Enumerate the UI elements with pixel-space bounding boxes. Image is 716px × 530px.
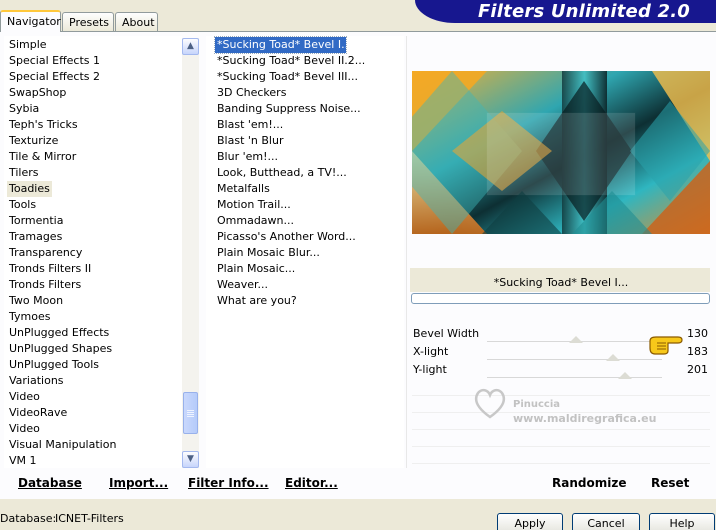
parameter-label: Bevel Width (413, 327, 480, 340)
parameter-value: 183 (687, 345, 708, 358)
filter-item[interactable]: Blast 'em!... (217, 117, 283, 133)
category-item[interactable]: Tymoes (9, 309, 50, 325)
category-item[interactable]: Texturize (9, 133, 58, 149)
header-banner: Filters Unlimited 2.0 (415, 0, 716, 23)
slider-track[interactable] (487, 377, 662, 378)
apply-button[interactable]: Apply (497, 513, 563, 530)
filter-item[interactable]: 3D Checkers (217, 85, 286, 101)
category-item[interactable]: Special Effects 2 (9, 69, 100, 85)
filter-info-button[interactable]: Filter Info... (188, 476, 269, 490)
category-item[interactable]: Two Moon (9, 293, 63, 309)
category-item[interactable]: Sybia (9, 101, 39, 117)
empty-parameter-row (412, 447, 710, 464)
parameter-value: 201 (687, 363, 708, 376)
category-item[interactable]: UnPlugged Shapes (9, 341, 112, 357)
scroll-thumb[interactable] (183, 392, 198, 434)
category-item[interactable]: Toadies (7, 181, 52, 197)
chevron-up-icon: ▲ (187, 41, 194, 51)
filter-item[interactable]: Metalfalls (217, 181, 270, 197)
database-label: Database: (0, 512, 57, 525)
preview-image (412, 71, 710, 234)
category-item[interactable]: Visual Manipulation (9, 437, 116, 453)
filter-item[interactable]: Picasso's Another Word... (217, 229, 356, 245)
filter-item[interactable]: *Sucking Toad* Bevel I... (214, 36, 352, 54)
category-item[interactable]: Transparency (9, 245, 82, 261)
category-item[interactable]: Video (9, 389, 40, 405)
category-item[interactable]: UnPlugged Effects (9, 325, 109, 341)
randomize-button[interactable]: Randomize (552, 476, 626, 490)
filter-item[interactable]: Motion Trail... (217, 197, 291, 213)
parameter-row[interactable]: Y-light 201 (412, 362, 710, 380)
watermark-url: www.maldiregrafica.eu (513, 412, 657, 425)
slider-thumb[interactable] (606, 354, 620, 361)
filter-item[interactable]: *Sucking Toad* Bevel III... (217, 69, 358, 85)
slider-thumb[interactable] (618, 372, 633, 379)
chevron-down-icon: ▼ (187, 454, 194, 464)
category-item[interactable]: Tilers (9, 165, 39, 181)
divider (406, 36, 407, 468)
filter-item[interactable]: Ommadawn... (217, 213, 294, 229)
empty-parameter-row (412, 396, 710, 413)
parameter-label: Y-light (413, 363, 447, 376)
filter-item[interactable]: What are you? (217, 293, 297, 309)
parameter-label: X-light (413, 345, 449, 358)
category-item[interactable]: UnPlugged Tools (9, 357, 99, 373)
watermark-name: Pinuccia (513, 399, 561, 410)
preview-artwork (412, 71, 710, 234)
cancel-button[interactable]: Cancel (572, 513, 640, 530)
preview-filter-name: *Sucking Toad* Bevel I... (493, 276, 629, 289)
category-item[interactable]: VideoRave (9, 405, 67, 421)
category-item[interactable]: Simple (9, 37, 47, 53)
filter-item[interactable]: Banding Suppress Noise... (217, 101, 361, 117)
scroll-down-button[interactable]: ▼ (182, 451, 199, 468)
grip-line (187, 416, 194, 417)
parameter-value: 130 (687, 327, 708, 340)
empty-parameter-row (412, 379, 710, 396)
tab-about-label: About (122, 16, 155, 29)
help-button[interactable]: Help (649, 513, 715, 530)
tab-navigator-label: Navigator (7, 15, 61, 28)
filter-item[interactable]: Plain Mosaic... (217, 261, 295, 277)
database-button[interactable]: Database (18, 476, 82, 490)
progress-bar (411, 293, 710, 304)
category-item[interactable]: Special Effects 1 (9, 53, 100, 69)
filter-item[interactable]: *Sucking Toad* Bevel II.2... (217, 53, 365, 69)
database-value: ICNET-Filters (55, 512, 124, 525)
reset-button[interactable]: Reset (651, 476, 689, 490)
grip-line (187, 410, 194, 411)
slider-track[interactable] (487, 359, 662, 360)
filter-item[interactable]: Blast 'n Blur (217, 133, 283, 149)
editor-button[interactable]: Editor... (285, 476, 338, 490)
slider-thumb[interactable] (569, 336, 584, 343)
filter-item[interactable]: Look, Butthead, a TV!... (217, 165, 347, 181)
scroll-up-button[interactable]: ▲ (182, 38, 199, 55)
grip-line (187, 412, 194, 413)
category-item[interactable]: Tools (9, 197, 36, 213)
category-item[interactable]: Tile & Mirror (9, 149, 76, 165)
tab-presets-label: Presets (69, 16, 110, 29)
tab-presets[interactable]: Presets (62, 12, 114, 31)
filter-item[interactable]: Weaver... (217, 277, 268, 293)
category-item[interactable]: Tronds Filters II (9, 261, 91, 277)
tab-navigator[interactable]: Navigator (0, 10, 61, 32)
category-item[interactable]: VM 1 (9, 453, 37, 469)
category-item[interactable]: Video (9, 421, 40, 437)
grip-line (187, 414, 194, 415)
watermark-heart-icon (474, 388, 506, 419)
category-item[interactable]: Variations (9, 373, 64, 389)
import-button[interactable]: Import... (109, 476, 168, 490)
category-item[interactable]: SwapShop (9, 85, 66, 101)
filter-item[interactable]: Blur 'em!... (217, 149, 278, 165)
category-item[interactable]: Teph's Tricks (9, 117, 78, 133)
category-item[interactable]: Tronds Filters (9, 277, 81, 293)
tab-about[interactable]: About (115, 12, 158, 31)
category-item[interactable]: Tramages (9, 229, 62, 245)
pointing-hand-icon (649, 336, 683, 355)
app-title: Filters Unlimited 2.0 (477, 1, 690, 22)
filter-item[interactable]: Plain Mosaic Blur... (217, 245, 320, 261)
category-item[interactable]: Tormentia (9, 213, 63, 229)
empty-parameter-row (412, 430, 710, 447)
